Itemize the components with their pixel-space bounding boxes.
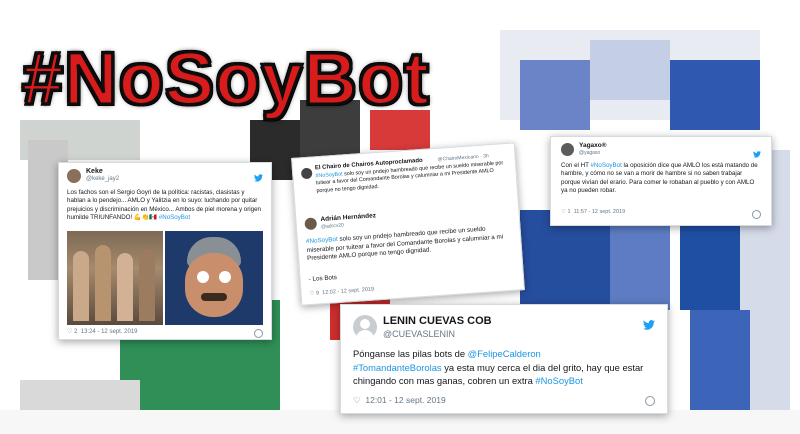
like-icon[interactable]: ♡ (309, 291, 314, 297)
tweet-text: #NoSoyBot solo soy un pndejo hambreado q… (305, 225, 504, 263)
twitter-bird-icon (254, 169, 263, 187)
tweet-author-name: Keke (86, 168, 103, 175)
tweet-footer: ♡ 2 13:24 - 12 sept. 2019 (67, 329, 138, 335)
tweet-text: Con el HT #NoSoyBot la oposición dice qu… (561, 162, 758, 195)
avatar (353, 315, 377, 339)
hashtag-link[interactable]: #TomandanteBorolas (353, 362, 442, 373)
tweet-footer: ♡ 9 12:02 - 12 sept. 2019 (309, 286, 375, 298)
avatar (67, 169, 81, 183)
info-icon[interactable] (752, 210, 761, 219)
tweet-card[interactable]: El Chairo de Chairos Autoproclamado @Cha… (291, 142, 525, 306)
tweet-signoff: - Los Bots (308, 274, 338, 284)
mention-link[interactable]: @FelipeCalderon (468, 348, 541, 359)
info-icon[interactable] (254, 329, 263, 338)
like-icon[interactable]: ♡ (561, 209, 566, 215)
reply-author-handle: @adrcv20 (320, 222, 345, 231)
tweet-footer: ♡ 12:01 - 12 sept. 2019 (353, 395, 446, 405)
tweet-author-handle: @CUEVASLENIN (383, 329, 455, 339)
info-icon[interactable] (645, 396, 655, 406)
hashtag-link[interactable]: #NoSoyBot (590, 162, 621, 169)
avatar (304, 217, 318, 231)
tweet-footer: ♡ 1 11:57 - 12 sept. 2019 (561, 209, 626, 215)
tweet-author-handle: @yagaxo (579, 150, 601, 156)
tweet-author-name: LENIN CUEVAS COB (383, 315, 492, 327)
tweet-author-name: Yagaxo® (579, 142, 607, 149)
avatar (561, 143, 574, 156)
avatar (300, 167, 313, 180)
tweet-card[interactable]: Keke @keke_jay2 Los fachos son el Sergio… (58, 162, 272, 340)
twitter-bird-icon (643, 317, 655, 335)
tweet-text: Pónganse las pilas bots de @FelipeCalder… (353, 348, 644, 387)
tweet-text: Los fachos son el Sergio Goyri de la pol… (67, 189, 261, 222)
hashtag-link[interactable]: #NoSoyBot (535, 375, 582, 386)
reply-icon[interactable]: ♡ (67, 329, 72, 335)
tweet-card[interactable]: Yagaxo® @yagaxo Con el HT #NoSoyBot la o… (550, 136, 772, 226)
like-icon[interactable]: ♡ (353, 395, 361, 405)
tweet-author-handle: @keke_jay2 (86, 176, 120, 182)
tweet-media-right (165, 231, 263, 325)
tweet-card[interactable]: LENIN CUEVAS COB @CUEVASLENIN Pónganse l… (340, 304, 668, 414)
reply-author-name: Adrián Hernández (320, 212, 377, 224)
tweet-media-left (67, 231, 163, 325)
twitter-bird-icon (753, 145, 761, 163)
hashtag-link[interactable]: #NoSoyBot (159, 214, 190, 221)
headline-hashtag: #NoSoyBot (21, 36, 431, 122)
